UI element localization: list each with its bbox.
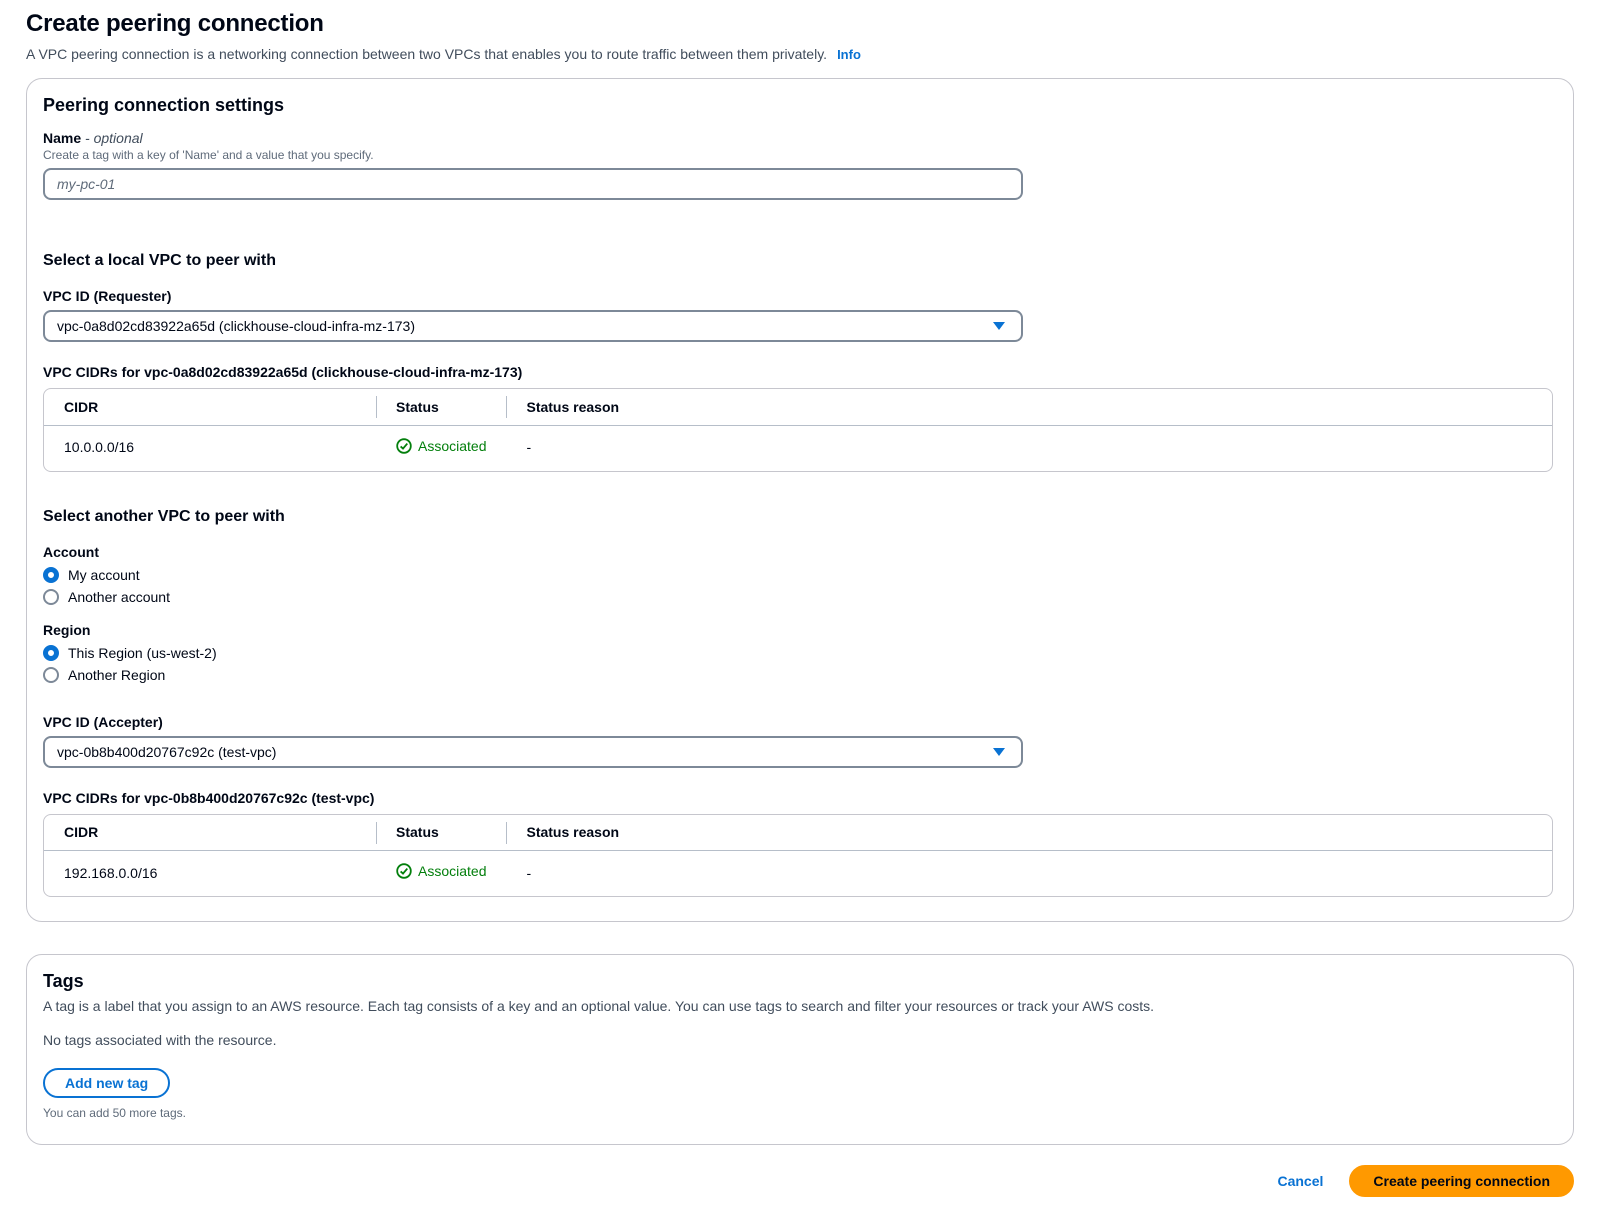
radio-button-icon[interactable]: [43, 645, 59, 661]
status-text: Associated: [418, 438, 486, 454]
tags-card: Tags A tag is a label that you assign to…: [26, 954, 1574, 1145]
tags-remaining-text: You can add 50 more tags.: [43, 1106, 1553, 1120]
column-header-status: Status: [376, 815, 506, 851]
radio-my-account[interactable]: My account: [43, 564, 140, 586]
status-reason-cell: -: [506, 425, 1552, 471]
name-input[interactable]: [43, 168, 1023, 200]
vpc-requester-label: VPC ID (Requester): [43, 288, 1553, 304]
column-header-cidr: CIDR: [44, 389, 376, 425]
region-radio-group: Region This Region (us-west-2) Another R…: [43, 622, 1553, 686]
column-header-status-reason: Status reason: [506, 815, 1552, 851]
name-field-help: Create a tag with a key of 'Name' and a …: [43, 148, 1553, 162]
radio-button-icon[interactable]: [43, 667, 59, 683]
status-reason-cell: -: [506, 851, 1552, 897]
column-header-cidr: CIDR: [44, 815, 376, 851]
vpc-accepter-selected-value: vpc-0b8b400d20767c92c (test-vpc): [57, 744, 276, 760]
name-label-text: Name: [43, 130, 81, 146]
status-success-icon: [396, 438, 412, 454]
vpc-accepter-label: VPC ID (Accepter): [43, 714, 1553, 730]
status-text: Associated: [418, 863, 486, 879]
radio-button-icon[interactable]: [43, 589, 59, 605]
peering-settings-title: Peering connection settings: [43, 95, 1553, 116]
footer-actions: Cancel Create peering connection: [26, 1165, 1574, 1217]
radio-this-region-label: This Region (us-west-2): [68, 645, 217, 661]
column-header-status-reason: Status reason: [506, 389, 1552, 425]
radio-my-account-label: My account: [68, 567, 140, 583]
name-optional-suffix: - optional: [85, 130, 143, 146]
tags-title: Tags: [43, 971, 1553, 992]
requester-cidr-table: CIDR Status Status reason 10.0.0.0/16 As…: [43, 388, 1553, 472]
name-field-label: Name - optional: [43, 130, 1553, 146]
radio-button-icon[interactable]: [43, 567, 59, 583]
vpc-requester-select[interactable]: vpc-0a8d02cd83922a65d (clickhouse-cloud-…: [43, 310, 1023, 342]
account-radio-group: Account My account Another account: [43, 544, 1553, 608]
account-group-label: Account: [43, 544, 1553, 560]
tags-empty-text: No tags associated with the resource.: [43, 1032, 1553, 1048]
tags-description: A tag is a label that you assign to an A…: [43, 998, 1553, 1014]
page-description-text: A VPC peering connection is a networking…: [26, 46, 827, 62]
radio-this-region[interactable]: This Region (us-west-2): [43, 642, 217, 664]
table-row: 10.0.0.0/16 Associated -: [44, 425, 1552, 471]
chevron-down-icon: [993, 748, 1005, 756]
status-cell: Associated: [376, 425, 506, 471]
add-new-tag-button[interactable]: Add new tag: [43, 1068, 170, 1098]
radio-another-region[interactable]: Another Region: [43, 664, 165, 686]
accepter-cidr-table-title: VPC CIDRs for vpc-0b8b400d20767c92c (tes…: [43, 790, 1553, 806]
create-peering-connection-button[interactable]: Create peering connection: [1349, 1165, 1574, 1197]
cidr-cell: 192.168.0.0/16: [44, 851, 376, 897]
other-vpc-heading: Select another VPC to peer with: [43, 508, 1553, 526]
status-cell: Associated: [376, 851, 506, 897]
chevron-down-icon: [993, 322, 1005, 330]
requester-cidr-table-title: VPC CIDRs for vpc-0a8d02cd83922a65d (cli…: [43, 364, 1553, 380]
peering-settings-card: Peering connection settings Name - optio…: [26, 78, 1574, 922]
radio-another-region-label: Another Region: [68, 667, 165, 683]
cancel-button[interactable]: Cancel: [1277, 1173, 1323, 1189]
table-row: 192.168.0.0/16 Associated -: [44, 851, 1552, 897]
column-header-status: Status: [376, 389, 506, 425]
local-vpc-heading: Select a local VPC to peer with: [43, 252, 1553, 270]
page-title: Create peering connection: [26, 10, 1574, 38]
region-group-label: Region: [43, 622, 1553, 638]
vpc-accepter-select[interactable]: vpc-0b8b400d20767c92c (test-vpc): [43, 736, 1023, 768]
vpc-requester-selected-value: vpc-0a8d02cd83922a65d (clickhouse-cloud-…: [57, 318, 415, 334]
table-header-row: CIDR Status Status reason: [44, 815, 1552, 851]
radio-another-account-label: Another account: [68, 589, 170, 605]
cidr-cell: 10.0.0.0/16: [44, 425, 376, 471]
accepter-cidr-table: CIDR Status Status reason 192.168.0.0/16…: [43, 814, 1553, 898]
info-link[interactable]: Info: [837, 47, 861, 62]
table-header-row: CIDR Status Status reason: [44, 389, 1552, 425]
page-description: A VPC peering connection is a networking…: [26, 46, 1574, 62]
status-success-icon: [396, 863, 412, 879]
radio-another-account[interactable]: Another account: [43, 586, 170, 608]
